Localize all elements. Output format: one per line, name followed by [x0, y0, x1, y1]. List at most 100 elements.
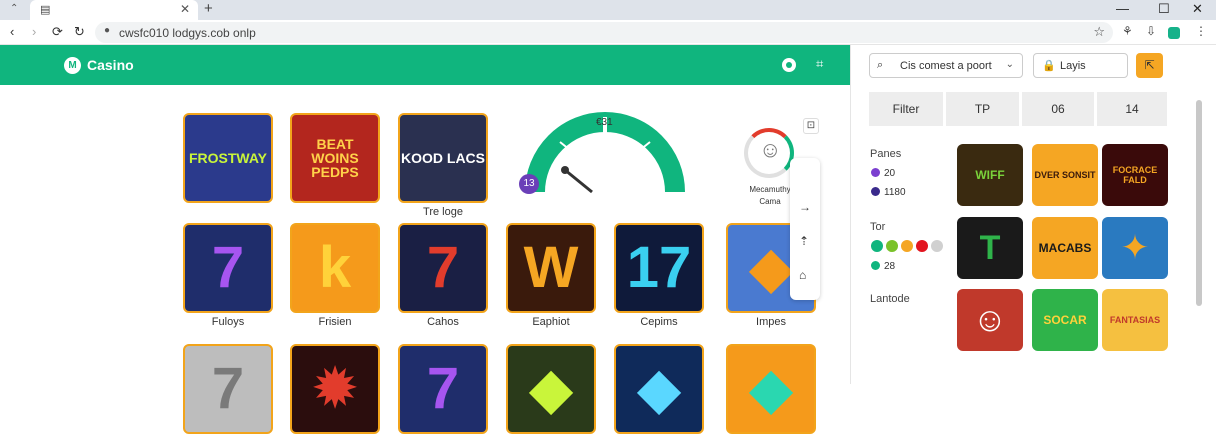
panel-game-art: DVER SONSIT — [1034, 170, 1096, 180]
green-dot-icon — [871, 261, 880, 270]
panel-game-art: FOCRACE FALD — [1112, 165, 1158, 185]
panel-game-art: MACABS — [1038, 241, 1092, 255]
game-tile[interactable]: FROSTWAY — [183, 113, 273, 203]
game-tile[interactable]: ◆ — [506, 344, 596, 434]
panel-game-tile[interactable]: MACABS — [1032, 217, 1098, 279]
notification-icon[interactable] — [782, 58, 796, 72]
tor-count-row: 28 — [871, 261, 895, 272]
panel-game-tile[interactable]: FOCRACE FALD — [1102, 144, 1168, 206]
game-art: ◆ — [528, 356, 574, 421]
game-tile[interactable]: 7 — [398, 344, 488, 434]
lock-icon: 🔒 — [1042, 60, 1056, 72]
game-title[interactable]: Cahos — [393, 316, 493, 328]
floating-actions: → ⇡ ⌂ — [790, 158, 820, 300]
section-title-tor: Tor — [870, 221, 886, 233]
panel-game-tile[interactable]: DVER SONSIT — [1032, 144, 1098, 206]
color-swatch[interactable] — [886, 240, 898, 252]
save-icon[interactable]: ⊡ — [803, 118, 819, 134]
tab-search-icon[interactable]: ⌃ — [10, 3, 18, 14]
forward-icon[interactable]: › — [32, 24, 36, 39]
purple-dot-icon — [871, 168, 880, 177]
minimize-icon[interactable]: — — [1116, 1, 1129, 16]
game-tile[interactable]: KOOD LACS — [398, 113, 488, 203]
window-close-icon[interactable]: ✕ — [1192, 1, 1203, 17]
qr-icon[interactable]: ⌗ — [816, 56, 823, 72]
tor-count: 28 — [884, 261, 896, 272]
chevron-down-icon[interactable]: ⌄ — [1006, 59, 1014, 70]
menu-kebab-icon[interactable]: ⋮ — [1195, 24, 1207, 38]
filter-chip-0[interactable]: Filter — [869, 92, 943, 126]
game-art: ◆ — [748, 356, 794, 421]
panel-scrollbar[interactable] — [1196, 100, 1202, 306]
game-art: 17 — [626, 235, 692, 300]
address-bar[interactable]: ● cwsfc010 lodgys.cob onlp ☆ — [95, 22, 1113, 43]
game-title[interactable]: Fuloys — [178, 316, 278, 328]
bookmark-star-icon[interactable]: ☆ — [1093, 24, 1105, 40]
back-icon[interactable]: ‹ — [10, 24, 14, 39]
game-art: 7 — [426, 235, 460, 300]
panel-game-tile[interactable]: ✦ — [1102, 217, 1168, 279]
panel-game-art: FANTASIAS — [1109, 315, 1161, 325]
url-text[interactable]: cwsfc010 lodgys.cob onlp — [119, 26, 256, 40]
game-tile[interactable]: 7 — [183, 223, 273, 313]
extension-puzzle-icon[interactable]: ⚘ — [1122, 24, 1133, 38]
close-tab-icon[interactable]: ✕ — [180, 2, 190, 16]
game-tile[interactable]: 17 — [614, 223, 704, 313]
panel-search-select[interactable]: ⌕ Cis comest a poort ⌄ — [869, 53, 1023, 78]
browser-tab[interactable]: ▤ ✕ — [30, 0, 198, 20]
extensions-icon[interactable]: ⟳ — [52, 24, 63, 40]
gauge-top-value: €31 — [596, 117, 613, 128]
game-art: ✹ — [310, 356, 360, 421]
game-title[interactable]: Tre loge — [393, 206, 493, 218]
maximize-icon[interactable]: ☐ — [1158, 1, 1170, 17]
search-text: Cis comest a poort — [900, 60, 992, 72]
game-art: W — [523, 235, 579, 300]
section-title-lantode: Lantode — [870, 293, 910, 305]
panel-game-tile[interactable]: SOCAR — [1032, 289, 1098, 351]
panel-game-art: SOCAR — [1043, 313, 1087, 327]
game-tile[interactable]: k — [290, 223, 380, 313]
panes-row-1: 1180 — [871, 187, 906, 198]
panel-login-field[interactable]: 🔒 Layis — [1033, 53, 1128, 78]
go-button[interactable]: ⇱ — [1136, 53, 1163, 78]
panel-game-tile[interactable]: WIFF — [957, 144, 1023, 206]
panel-game-art: ✦ — [1120, 229, 1150, 267]
game-tile[interactable]: ◆ — [726, 344, 816, 434]
game-tile[interactable]: BEAT WOINS PEDPS — [290, 113, 380, 203]
filter-chip-2[interactable]: 06 — [1022, 92, 1094, 126]
game-title[interactable]: Eaphiot — [501, 316, 601, 328]
chat-icon[interactable]: ⌂ — [799, 268, 806, 282]
site-header: M Casino ⌗ — [0, 45, 850, 85]
download-icon[interactable]: ⇩ — [1146, 24, 1156, 38]
game-art: BEAT WOINS PEDPS — [311, 136, 359, 180]
game-tile[interactable]: 7 — [183, 344, 273, 434]
site-info-icon[interactable]: ● — [104, 25, 110, 36]
game-tile[interactable]: W — [506, 223, 596, 313]
panel-game-art: ☺ — [972, 300, 1008, 339]
avatar-progress[interactable] — [744, 128, 794, 178]
game-title[interactable]: Impes — [721, 316, 821, 328]
game-tile[interactable]: 7 — [398, 223, 488, 313]
game-tile[interactable]: ◆ — [614, 344, 704, 434]
game-art: 7 — [426, 356, 460, 421]
game-title[interactable]: Cepims — [609, 316, 709, 328]
arrow-right-icon[interactable]: → — [799, 200, 811, 214]
game-title[interactable]: Frisien — [285, 316, 385, 328]
casino-logo-icon[interactable]: M — [64, 57, 81, 74]
share-icon[interactable]: ⇡ — [799, 234, 809, 248]
color-swatch[interactable] — [931, 240, 943, 252]
filter-chip-1[interactable]: TP — [946, 92, 1019, 126]
brand-name[interactable]: Casino — [87, 57, 134, 73]
panel-game-tile[interactable]: FANTASIAS — [1102, 289, 1168, 351]
reload-icon[interactable]: ↻ — [74, 24, 85, 40]
panel-game-tile[interactable]: ☺ — [957, 289, 1023, 351]
game-tile[interactable]: ✹ — [290, 344, 380, 434]
panel-game-tile[interactable]: T — [957, 217, 1023, 279]
color-swatch[interactable] — [916, 240, 928, 252]
extension-icon[interactable] — [1168, 27, 1180, 39]
color-swatch[interactable] — [901, 240, 913, 252]
color-swatch[interactable] — [871, 240, 883, 252]
filter-chip-3[interactable]: 14 — [1097, 92, 1167, 126]
search-icon: ⌕ — [877, 59, 884, 71]
new-tab-icon[interactable]: + — [204, 0, 213, 17]
